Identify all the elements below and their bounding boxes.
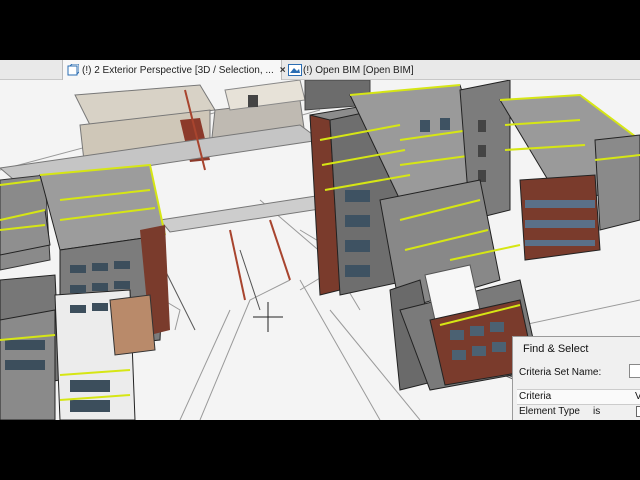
- criteria-column-header: Criteria: [519, 391, 552, 402]
- tab-exterior-perspective[interactable]: (!) 2 Exterior Perspective [3D / Selecti…: [62, 60, 286, 80]
- criteria-value-field[interactable]: [636, 406, 640, 417]
- criteria-set-row: Criteria Set Name:: [517, 363, 640, 381]
- letterbox-bottom: [0, 420, 640, 480]
- letterbox-top: [0, 0, 640, 60]
- value-column-header: V: [635, 391, 640, 402]
- criteria-set-label: Criteria Set Name:: [519, 366, 602, 378]
- right-tower: [499, 93, 640, 261]
- tab-exterior-perspective-label: (!) 2 Exterior Perspective [3D / Selecti…: [82, 64, 274, 76]
- criteria-row-element-type[interactable]: Element Type is: [517, 405, 640, 419]
- main-tower: [309, 80, 541, 391]
- tab-open-bim[interactable]: (!) Open BIM [Open BIM]: [284, 60, 444, 80]
- find-select-title: Find & Select: [523, 343, 589, 355]
- crosshair-cursor: [253, 302, 283, 332]
- criteria-table-header: Criteria V: [517, 389, 640, 405]
- criteria-element-type: Element Type: [519, 406, 580, 417]
- find-select-panel: Find & Select Criteria Set Name: Criteri…: [512, 336, 640, 420]
- tab-open-bim-label: (!) Open BIM [Open BIM]: [303, 64, 414, 76]
- criteria-operator: is: [593, 406, 601, 417]
- layout-sheet-icon: [288, 64, 302, 76]
- criteria-set-name-field[interactable]: [629, 364, 640, 378]
- 3d-window-icon: [67, 63, 80, 76]
- view-tab-bar: (!) 2 Exterior Perspective [3D / Selecti…: [0, 60, 640, 80]
- left-tower: [0, 163, 170, 420]
